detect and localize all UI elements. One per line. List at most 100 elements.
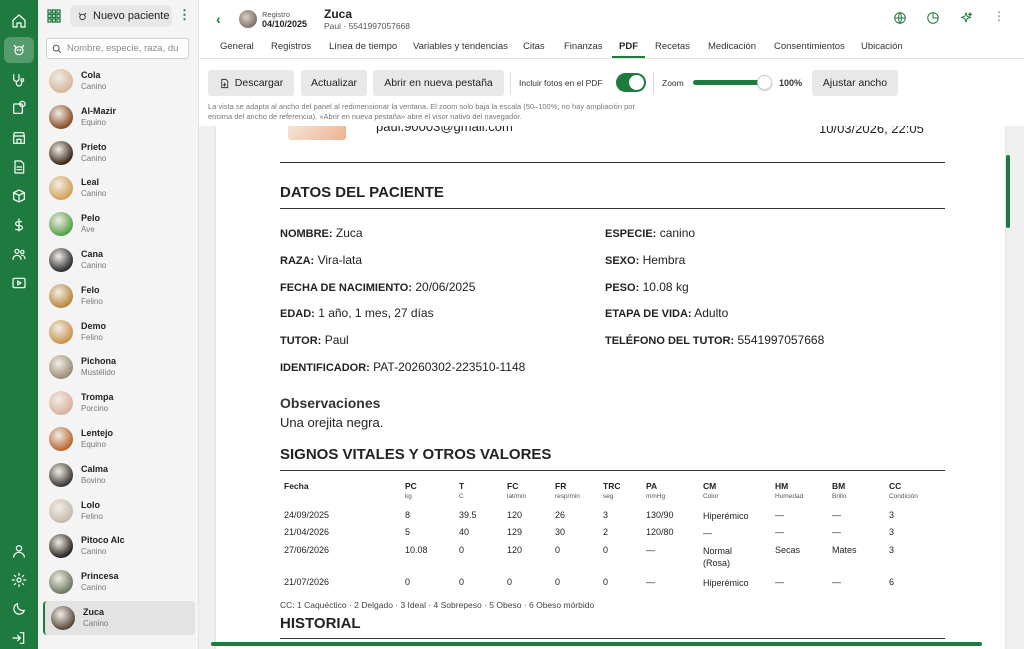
horizontal-scrollbar[interactable] xyxy=(211,642,982,646)
table-cell: 21/04/2026 xyxy=(284,527,330,537)
search-input[interactable] xyxy=(67,43,182,54)
new-patient-button[interactable]: Nuevo paciente xyxy=(70,5,172,27)
users-icon[interactable] xyxy=(9,244,29,264)
logout-icon[interactable] xyxy=(9,628,29,648)
patient-sidebar-toolbar: Nuevo paciente ⋮ xyxy=(38,0,199,34)
table-cell: 130/90 xyxy=(646,510,674,520)
patient-list-item-species: Canino xyxy=(81,583,107,593)
zoom-value: 100% xyxy=(779,78,803,88)
patient-list-item-name: Zuca xyxy=(83,607,105,617)
moon-icon[interactable] xyxy=(9,599,29,619)
tab-general[interactable]: General xyxy=(220,41,254,52)
profile-icon[interactable] xyxy=(9,541,29,561)
patient-list-item-species: Canino xyxy=(81,547,107,557)
tab-l-nea-de-tiempo[interactable]: Línea de tiempo xyxy=(329,41,397,52)
table-header-unit: mmHg xyxy=(646,493,666,500)
table-cell: 3 xyxy=(603,510,609,520)
store-icon[interactable] xyxy=(9,128,29,148)
tab-ubicaci-n[interactable]: Ubicación xyxy=(861,41,903,52)
patient-list-item[interactable]: Pelo Ave xyxy=(43,207,195,241)
pdf-viewer[interactable]: paul.90003@gmail.com 10/03/2026, 22:05 D… xyxy=(199,126,1024,649)
gear-icon[interactable] xyxy=(9,570,29,590)
dollar-icon[interactable] xyxy=(9,215,29,235)
patients-icon[interactable] xyxy=(4,37,34,63)
patient-list-item[interactable]: Princesa Canino xyxy=(43,565,195,599)
update-button[interactable]: Actualizar xyxy=(301,70,367,96)
fit-width-label: Ajustar ancho xyxy=(822,77,888,89)
app-root: Nuevo paciente ⋮ ColaCanino Al-MazirEquin… xyxy=(0,0,1024,649)
patient-list-item-name: Prieto xyxy=(81,141,107,152)
patient-list-item[interactable]: Calma Bovino xyxy=(43,458,195,492)
include-photos-toggle[interactable] xyxy=(616,73,646,92)
new-patient-label: Nuevo paciente xyxy=(93,10,170,22)
patient-list-item[interactable]: Lolo Felino xyxy=(43,494,195,528)
vertical-scrollbar[interactable] xyxy=(1006,155,1010,228)
zoom-slider-handle[interactable] xyxy=(757,75,772,90)
notifications-icon[interactable] xyxy=(9,98,29,118)
tab-finanzas[interactable]: Finanzas xyxy=(564,41,603,52)
patient-name: Zuca xyxy=(324,7,353,21)
table-cell: 3 xyxy=(889,527,895,537)
pie-chart-icon[interactable] xyxy=(926,11,942,27)
tab-citas[interactable]: Citas xyxy=(523,41,545,52)
patient-list-item[interactable]: Lentejo Equino xyxy=(43,422,195,456)
tab-pdf[interactable]: PDF xyxy=(619,41,638,52)
field-value: 20/06/2025 xyxy=(415,279,476,294)
patient-list-item[interactable]: Al-Mazir Equino xyxy=(43,100,195,134)
grid-icon[interactable] xyxy=(47,9,61,23)
patient-list-item-species: Mustélido xyxy=(81,368,116,378)
tab-medicaci-n[interactable]: Medicación xyxy=(708,41,756,52)
divider xyxy=(280,470,945,471)
divider xyxy=(510,72,511,94)
field-label: NOMBRE: xyxy=(280,228,333,240)
patient-list-item[interactable]: Felo Felino xyxy=(43,279,195,313)
table-header-unit: C xyxy=(459,493,464,500)
patient-list-item[interactable]: Cola Canino xyxy=(43,64,195,98)
table-header-cell: HM xyxy=(775,481,789,491)
more-vertical-icon[interactable]: ⋮ xyxy=(993,9,1005,23)
patient-field: RAZA: Vira-lata xyxy=(280,253,362,267)
patient-list-item[interactable]: Trompa Porcino xyxy=(43,386,195,420)
document-icon[interactable] xyxy=(9,157,29,177)
patient-list-item-text: Lentejo Equino xyxy=(81,428,113,450)
patient-search[interactable] xyxy=(46,38,189,59)
patient-list-item-name: Calma xyxy=(81,463,109,474)
table-cell: 0 xyxy=(459,545,465,555)
download-button[interactable]: Descargar xyxy=(208,70,294,96)
patient-list-item[interactable]: Prieto Canino xyxy=(43,136,195,170)
patient-list-item[interactable]: Pitoco Alc Canino xyxy=(43,529,195,563)
tab-recetas[interactable]: Recetas xyxy=(655,41,690,52)
more-options-icon[interactable]: ⋮ xyxy=(178,8,191,24)
video-icon[interactable] xyxy=(9,273,29,293)
patient-list-item-species: Porcino xyxy=(81,404,109,414)
patient-list-item-text: Al-Mazir Equino xyxy=(81,106,116,128)
triage-icon[interactable] xyxy=(9,70,29,90)
patient-list-item[interactable]: Pichona Mustélido xyxy=(43,350,195,384)
clinic-logo xyxy=(288,126,346,140)
field-value: Paul xyxy=(324,333,349,348)
tab-registros[interactable]: Registros xyxy=(271,41,311,52)
patient-list-item[interactable]: Leal Canino xyxy=(43,171,195,205)
table-cell: 3 xyxy=(889,510,895,520)
viewer-note: La vista se adapta al ancho del panel al… xyxy=(208,102,635,121)
fit-width-button[interactable]: Ajustar ancho xyxy=(812,70,898,96)
tab-consentimientos[interactable]: Consentimientos xyxy=(774,41,845,52)
home-icon[interactable] xyxy=(9,11,29,31)
patient-list-item-species: Felino xyxy=(81,296,103,306)
patient-list-item[interactable]: Cana Canino xyxy=(43,243,195,277)
patient-list-item-text: Lolo Felino xyxy=(81,500,103,522)
include-photos-label: Incluir fotos en el PDF xyxy=(519,78,603,88)
tab-variables-y-tendencias[interactable]: Variables y tendencias xyxy=(413,41,508,52)
table-cell: 129 xyxy=(507,527,523,537)
back-icon[interactable]: ‹ xyxy=(216,11,221,27)
patient-list-item[interactable]: Zuca Canino xyxy=(43,601,195,635)
patient-list-item-name: Pitoco Alc xyxy=(81,535,125,546)
patient-sidebar: Nuevo paciente ⋮ ColaCanino Al-MazirEquin… xyxy=(38,0,199,649)
patient-list-item[interactable]: Demo Felino xyxy=(43,315,195,349)
box-icon[interactable] xyxy=(9,186,29,206)
globe-icon[interactable] xyxy=(893,11,909,27)
avatar xyxy=(49,427,73,451)
avatar xyxy=(49,212,73,237)
open-new-tab-button[interactable]: Abrir en nueva pestaña xyxy=(373,70,504,96)
sparkle-icon[interactable] xyxy=(959,11,975,27)
